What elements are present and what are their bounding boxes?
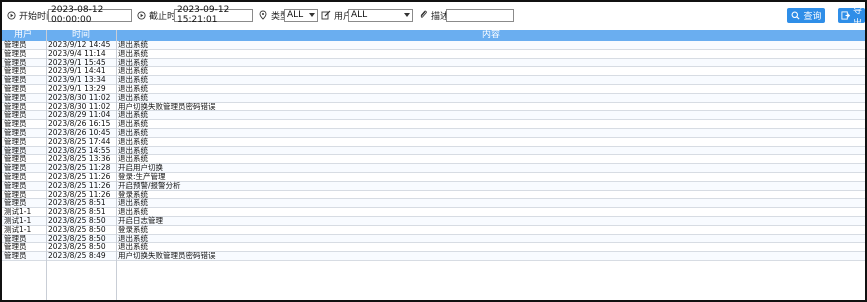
search-icon xyxy=(790,11,800,21)
cell-time: 2023/8/25 11:26 xyxy=(48,171,111,181)
log-table: 用户 时间 内容 管理员 2023/9/12 14:45 退出系统 管理员 2023/9… xyxy=(2,30,865,261)
cell-content: 退出系统 xyxy=(118,92,148,102)
start-time-input[interactable]: 2023-08-12 00:00:00 xyxy=(48,5,132,25)
table-row[interactable]: 管理员 2023/8/25 8:49 用户切换失败管理员密码错误 xyxy=(2,252,865,261)
column-divider xyxy=(116,30,117,300)
chevron-down-icon xyxy=(404,13,410,17)
cell-time: 2023/8/30 11:02 xyxy=(48,101,111,111)
table-body: 管理员 2023/9/12 14:45 退出系统 管理员 2023/9/4 11:14 退… xyxy=(2,41,865,261)
cell-user: 管理员 xyxy=(4,92,27,102)
export-button-label: 导出 xyxy=(853,5,863,29)
cell-time: 2023/9/12 14:45 xyxy=(48,40,111,49)
type-select-value: ALL xyxy=(287,10,304,20)
cell-user: 管理员 xyxy=(4,163,27,173)
cell-user: 管理员 xyxy=(4,75,27,85)
cell-user: 管理员 xyxy=(4,40,27,49)
cell-time: 2023/9/1 14:41 xyxy=(48,66,106,76)
cell-time: 2023/8/25 8:51 xyxy=(48,198,106,208)
log-window: 开始时间 2023-08-12 00:00:00 截止时间 2023-09-12… xyxy=(0,0,867,302)
paperclip-icon xyxy=(418,10,428,20)
cell-time: 2023/8/25 14:55 xyxy=(48,145,111,155)
cell-content: 退出系统 xyxy=(118,40,148,49)
description-filter: 描述 xyxy=(418,2,449,28)
cell-content: 开启日志管理 xyxy=(118,215,163,225)
export-button[interactable]: 导出 xyxy=(838,6,865,29)
chevron-down-icon xyxy=(309,13,315,17)
cell-user: 管理员 xyxy=(4,127,27,137)
cell-content: 退出系统 xyxy=(118,127,148,137)
cell-content: 退出系统 xyxy=(118,119,148,129)
cell-user: 管理员 xyxy=(4,171,27,181)
cell-user: 管理员 xyxy=(4,251,27,261)
cell-user: 管理员 xyxy=(4,119,27,129)
cell-time: 2023/9/1 13:29 xyxy=(48,83,106,93)
cell-time: 2023/8/25 13:36 xyxy=(48,154,111,164)
user-select-value: ALL xyxy=(351,10,368,20)
cell-user: 管理员 xyxy=(4,83,27,93)
cell-user: 管理员 xyxy=(4,136,27,146)
cell-time: 2023/9/1 15:45 xyxy=(48,57,106,67)
cell-content: 登录系统 xyxy=(118,224,148,234)
column-divider xyxy=(46,30,47,300)
cell-user: 测试1-1 xyxy=(4,215,32,225)
cell-time: 2023/8/26 16:15 xyxy=(48,119,111,129)
cell-time: 2023/8/25 8:50 xyxy=(48,233,106,243)
cell-content: 退出系统 xyxy=(118,136,148,146)
export-icon xyxy=(841,11,850,21)
cell-time: 2023/8/30 11:02 xyxy=(48,92,111,102)
filter-toolbar: 开始时间 2023-08-12 00:00:00 截止时间 2023-09-12… xyxy=(2,2,865,29)
search-button-label: 查询 xyxy=(803,12,822,22)
cell-time: 2023/8/29 11:04 xyxy=(48,110,111,120)
cell-time: 2023/8/25 8:51 xyxy=(48,207,106,217)
cell-time: 2023/8/25 11:28 xyxy=(48,163,111,173)
cell-time: 2023/8/25 11:26 xyxy=(48,189,111,199)
cell-time: 2023/8/25 17:44 xyxy=(48,136,111,146)
cell-user: 管理员 xyxy=(4,48,27,58)
cell-time: 2023/8/26 10:45 xyxy=(48,127,111,137)
cell-content: 退出系统 xyxy=(118,48,148,58)
description-input[interactable] xyxy=(446,8,514,22)
cell-user: 管理员 xyxy=(4,180,27,190)
cell-content: 开启用户切换 xyxy=(118,163,163,173)
cell-time: 2023/8/25 8:50 xyxy=(48,242,106,252)
cell-time: 2023/9/1 13:34 xyxy=(48,75,106,85)
type-select[interactable]: ALL xyxy=(284,8,318,22)
column-header-content[interactable]: 内容 xyxy=(482,30,500,41)
cell-time: 2023/8/25 11:26 xyxy=(48,180,111,190)
cell-content: 退出系统 xyxy=(118,75,148,85)
location-pin-icon xyxy=(258,10,268,20)
cell-content: 登录:生产管理 xyxy=(118,171,166,181)
cell-time: 2023/9/4 11:14 xyxy=(48,48,106,58)
cell-time: 2023/8/25 8:49 xyxy=(48,251,106,261)
search-button[interactable]: 查询 xyxy=(787,8,825,23)
cell-user: 测试1-1 xyxy=(4,207,32,217)
clock-icon xyxy=(6,10,16,20)
cell-time: 2023/8/25 8:50 xyxy=(48,224,106,234)
cell-content: 退出系统 xyxy=(118,207,148,217)
cell-content: 用户切换失败管理员密码错误 xyxy=(118,251,216,261)
end-time-input[interactable]: 2023-09-12 15:21:01 xyxy=(174,5,253,25)
cell-content: 开启预警/报警分析 xyxy=(118,180,181,190)
clock-icon xyxy=(136,10,146,20)
edit-icon xyxy=(321,10,331,20)
cell-time: 2023/8/25 8:50 xyxy=(48,215,106,225)
user-select[interactable]: ALL xyxy=(348,8,413,22)
cell-content: 退出系统 xyxy=(118,83,148,93)
cell-user: 测试1-1 xyxy=(4,224,32,234)
